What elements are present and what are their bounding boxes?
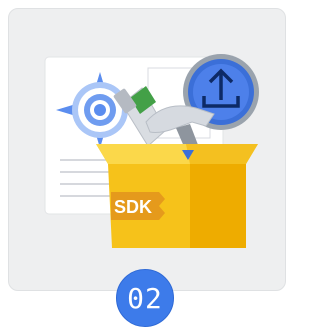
sdk-label-tag: SDK xyxy=(111,192,165,220)
sdk-label: SDK xyxy=(114,197,152,217)
step-number: 02 xyxy=(127,281,163,315)
toolbox-icon: SDK xyxy=(96,144,258,248)
step-number-badge: 02 xyxy=(116,269,174,327)
